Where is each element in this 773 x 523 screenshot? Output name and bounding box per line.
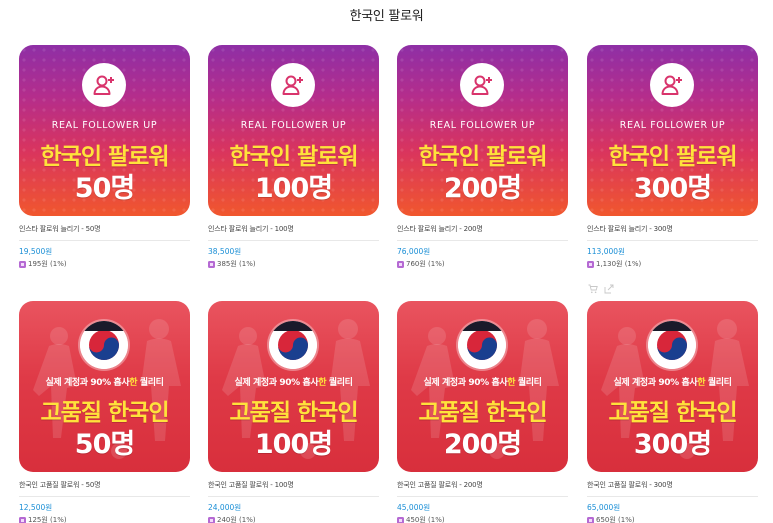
points-value: 1,130원 (1%) [596,260,642,268]
product-points: 760원 (1%) [397,259,568,269]
thumb-quality-text: 실제 계정과 90% 흡사한 퀄리티 [234,378,353,388]
thumb-quantity: 200명 [443,429,522,460]
thumb-quantity: 300명 [633,429,712,460]
point-icon [208,260,215,268]
product-points: 385원 (1%) [208,259,379,269]
product-points: 240원 (1%) [208,515,379,523]
point-icon [587,516,594,523]
product-thumbnail[interactable]: 실제 계정과 90% 흡사한 퀄리티 고품질 한국인 200명 [397,301,568,472]
add-user-icon [271,63,315,107]
thumb-quantity: 100명 [254,429,333,460]
product-price: 76,000원 [397,247,431,256]
thumb-quantity: 100명 [254,173,333,204]
product-price: 38,500원 [208,247,242,256]
product-thumbnail[interactable]: REAL FOLLOWER UP 한국인 팔로워 200명 [397,45,568,216]
product-price: 113,000원 [587,247,625,256]
product-card[interactable]: REAL FOLLOWER UP 한국인 팔로워 100명 인스타 팔로워 늘리… [208,45,379,269]
points-value: 385원 (1%) [217,260,256,268]
add-user-icon [460,63,504,107]
product-card[interactable]: 실제 계정과 90% 흡사한 퀄리티 고품질 한국인 200명 한국인 고품질 … [397,301,568,523]
product-points: 125원 (1%) [19,515,190,523]
points-value: 125원 (1%) [28,516,67,523]
thumb-tagline: REAL FOLLOWER UP [429,120,536,131]
divider [208,496,379,497]
product-price: 65,000원 [587,503,621,512]
product-card[interactable]: REAL FOLLOWER UP 한국인 팔로워 200명 인스타 팔로워 늘리… [397,45,568,269]
product-hover-actions [588,279,614,294]
points-value: 240원 (1%) [217,516,256,523]
product-card[interactable]: 실제 계정과 90% 흡사한 퀄리티 고품질 한국인 100명 한국인 고품질 … [208,301,379,523]
point-icon [397,516,404,523]
page-title: 한국인 팔로워 [349,9,424,24]
cart-icon[interactable] [588,279,598,294]
korean-flag-icon [80,321,128,369]
thumb-quantity: 300명 [633,173,712,204]
thumb-quantity: 50명 [74,173,135,204]
points-value: 450원 (1%) [406,516,445,523]
point-icon [208,516,215,523]
product-points: 1,130원 (1%) [587,259,758,269]
korean-flag-icon [648,321,696,369]
divider [397,496,568,497]
product-price: 19,500원 [19,247,53,256]
point-icon [397,260,404,268]
product-card[interactable]: 실제 계정과 90% 흡사한 퀄리티 고품질 한국인 300명 한국인 고품질 … [587,301,758,523]
product-thumbnail[interactable]: REAL FOLLOWER UP 한국인 팔로워 50명 [19,45,190,216]
divider [19,240,190,241]
product-points: 650원 (1%) [587,515,758,523]
product-name[interactable]: 한국인 고품질 팔로워 - 100명 [208,480,379,491]
thumb-quantity: 200명 [443,173,522,204]
product-thumbnail[interactable]: REAL FOLLOWER UP 한국인 팔로워 300명 [587,45,758,216]
thumb-quality-text: 실제 계정과 90% 흡사한 퀄리티 [45,378,164,388]
share-icon[interactable] [604,279,614,294]
point-icon [587,260,594,268]
points-value: 760원 (1%) [406,260,445,268]
thumb-quality-text: 실제 계정과 90% 흡사한 퀄리티 [613,378,732,388]
thumb-quality-text: 실제 계정과 90% 흡사한 퀄리티 [423,378,542,388]
thumb-quantity: 50명 [74,429,135,460]
product-price: 45,000원 [397,503,431,512]
thumb-tagline: REAL FOLLOWER UP [51,120,158,131]
thumb-tagline: REAL FOLLOWER UP [240,120,347,131]
product-thumbnail[interactable]: 실제 계정과 90% 흡사한 퀄리티 고품질 한국인 50명 [19,301,190,472]
product-card[interactable]: 실제 계정과 90% 흡사한 퀄리티 고품질 한국인 50명 한국인 고품질 팔… [19,301,190,523]
product-grid: REAL FOLLOWER UP 한국인 팔로워 50명 인스타 팔로워 늘리기… [19,45,759,523]
product-name[interactable]: 인스타 팔로워 늘리기 - 50명 [19,224,190,235]
product-points: 195원 (1%) [19,259,190,269]
point-icon [19,516,26,523]
thumb-tagline: REAL FOLLOWER UP [619,120,726,131]
product-points: 450원 (1%) [397,515,568,523]
divider [587,496,758,497]
product-price: 12,500원 [19,503,53,512]
product-card[interactable]: REAL FOLLOWER UP 한국인 팔로워 50명 인스타 팔로워 늘리기… [19,45,190,269]
product-name[interactable]: 인스타 팔로워 늘리기 - 300명 [587,224,758,235]
product-thumbnail[interactable]: REAL FOLLOWER UP 한국인 팔로워 100명 [208,45,379,216]
product-name[interactable]: 한국인 고품질 팔로워 - 200명 [397,480,568,491]
points-value: 195원 (1%) [28,260,67,268]
product-name[interactable]: 한국인 고품질 팔로워 - 50명 [19,480,190,491]
korean-flag-icon [458,321,506,369]
points-value: 650원 (1%) [596,516,635,523]
product-name[interactable]: 한국인 고품질 팔로워 - 300명 [587,480,758,491]
divider [587,240,758,241]
divider [19,496,190,497]
add-user-icon [82,63,126,107]
product-name[interactable]: 인스타 팔로워 늘리기 - 100명 [208,224,379,235]
add-user-icon [650,63,694,107]
product-thumbnail[interactable]: 실제 계정과 90% 흡사한 퀄리티 고품질 한국인 300명 [587,301,758,472]
korean-flag-icon [269,321,317,369]
divider [208,240,379,241]
product-card[interactable]: REAL FOLLOWER UP 한국인 팔로워 300명 인스타 팔로워 늘리… [587,45,758,269]
product-thumbnail[interactable]: 실제 계정과 90% 흡사한 퀄리티 고품질 한국인 100명 [208,301,379,472]
product-name[interactable]: 인스타 팔로워 늘리기 - 200명 [397,224,568,235]
divider [397,240,568,241]
point-icon [19,260,26,268]
product-price: 24,000원 [208,503,242,512]
